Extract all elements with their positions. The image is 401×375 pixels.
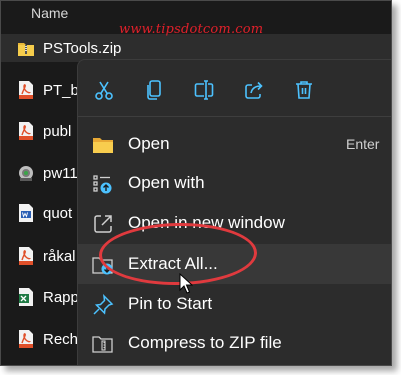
copy-button[interactable] [138,74,170,106]
toolbar-divider [78,116,391,117]
file-row[interactable]: PSTools.zip [1,35,121,61]
menu-item-shortcut: Enter [346,136,380,152]
cut-icon [95,81,113,100]
menu-item-compress-zip[interactable]: Compress to ZIP file [78,323,391,363]
pdf-file-icon [19,330,33,348]
menu-item-pin-to-start[interactable]: Pin to Start [78,284,391,324]
pdf-file-icon [19,81,33,99]
zip-icon [92,336,113,353]
file-name: pw11 [43,164,78,182]
context-menu: Open Enter Open with Open in new window [77,59,391,365]
file-name: råkal [43,247,76,265]
excel-file-icon [19,288,33,306]
share-icon [245,81,263,99]
file-name: Rapp [43,288,79,306]
menu-item-open[interactable]: Open Enter [78,124,391,164]
watermark: www.tipsdotcom.com [119,22,264,37]
menu-item-open-with[interactable]: Open with [78,163,391,203]
menu-item-label: Open with [128,173,205,192]
extract-icon [92,257,113,275]
menu-item-extract-all[interactable]: Extract All... [78,244,391,284]
setup-exe-icon [19,166,33,181]
share-button[interactable] [238,74,270,106]
file-name: quot [43,204,73,222]
rename-button[interactable] [188,74,220,106]
file-name: PSTools.zip [43,39,122,57]
context-menu-toolbar [78,60,391,116]
pin-icon [93,294,114,315]
menu-item-label: Extract All... [128,254,218,273]
pdf-file-icon [19,247,33,265]
file-name: PT_b [43,81,79,99]
delete-button[interactable] [288,74,320,106]
pdf-file-icon [19,122,33,140]
rename-icon [194,80,214,100]
explorer-window: Name PSTools.zip PT_b publ pw11 quot råk… [0,0,392,366]
menu-item-label: Pin to Start [128,294,213,313]
menu-item-open-new-window[interactable]: Open in new window [78,203,391,243]
open-new-window-icon [94,215,112,233]
zip-folder-icon [18,43,34,56]
folder-icon [93,138,113,153]
mouse-cursor-icon [179,273,193,294]
name-column-header[interactable]: Name [31,5,68,21]
menu-item-label: Compress to ZIP file [128,333,282,352]
file-name: Rech [43,330,79,348]
file-name: publ [43,122,72,140]
copy-icon [147,80,161,100]
cut-button[interactable] [88,74,120,106]
menu-item-label: Open [128,134,170,153]
word-file-icon [19,204,33,222]
menu-item-label: Open in new window [128,213,285,232]
open-with-icon [93,175,112,194]
delete-icon [296,81,312,99]
